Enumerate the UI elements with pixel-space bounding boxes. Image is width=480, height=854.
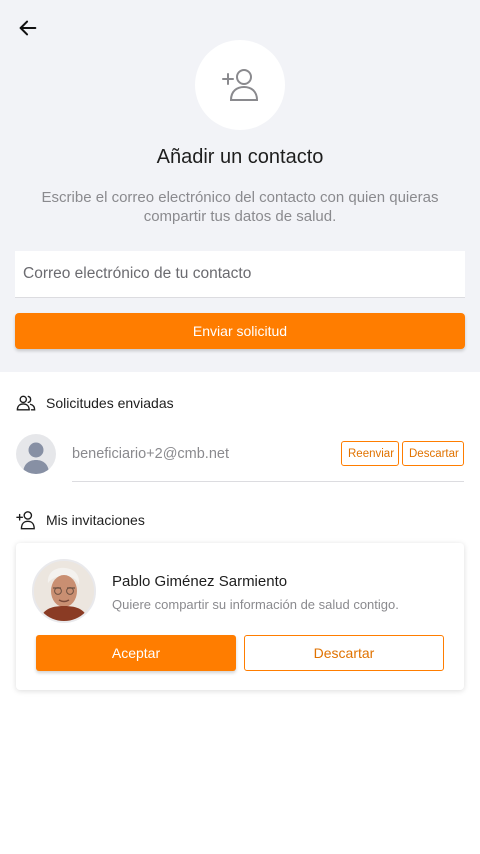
arrow-left-icon — [19, 20, 37, 36]
accept-button[interactable]: Aceptar — [36, 635, 236, 671]
discard-invitation-button[interactable]: Descartar — [244, 635, 444, 671]
avatar — [32, 559, 96, 623]
list-item: beneficiario+2@cmb.net Reenviar Descarta… — [16, 434, 466, 482]
inviter-name: Pablo Giménez Sarmiento — [112, 573, 288, 590]
invitation-card: Pablo Giménez Sarmiento Quiere compartir… — [16, 543, 464, 690]
header-panel: Añadir un contacto Escribe el correo ele… — [0, 0, 480, 372]
person-photo — [34, 561, 94, 621]
invitations-header: Mis invitaciones — [16, 510, 145, 530]
avatar — [16, 434, 56, 474]
invitation-message: Quiere compartir su información de salud… — [112, 597, 399, 612]
sent-requests-header: Solicitudes enviadas — [16, 394, 174, 412]
email-input[interactable] — [15, 251, 465, 298]
sent-request-email: beneficiario+2@cmb.net — [72, 446, 229, 462]
users-icon — [16, 395, 36, 411]
resend-button[interactable]: Reenviar — [341, 441, 399, 466]
send-request-button[interactable]: Enviar solicitud — [15, 313, 465, 349]
user-placeholder-icon — [23, 442, 49, 474]
page-title: Añadir un contacto — [156, 146, 324, 168]
add-user-icon — [222, 69, 259, 101]
discard-request-button[interactable]: Descartar — [402, 441, 464, 466]
divider — [72, 481, 464, 482]
page-description: Escribe el correo electrónico del contac… — [41, 189, 439, 225]
add-user-icon — [16, 511, 35, 530]
add-contact-illustration — [195, 40, 285, 130]
sent-requests-title: Solicitudes enviadas — [46, 395, 174, 411]
invitations-title: Mis invitaciones — [46, 512, 145, 528]
back-button[interactable] — [14, 14, 42, 42]
